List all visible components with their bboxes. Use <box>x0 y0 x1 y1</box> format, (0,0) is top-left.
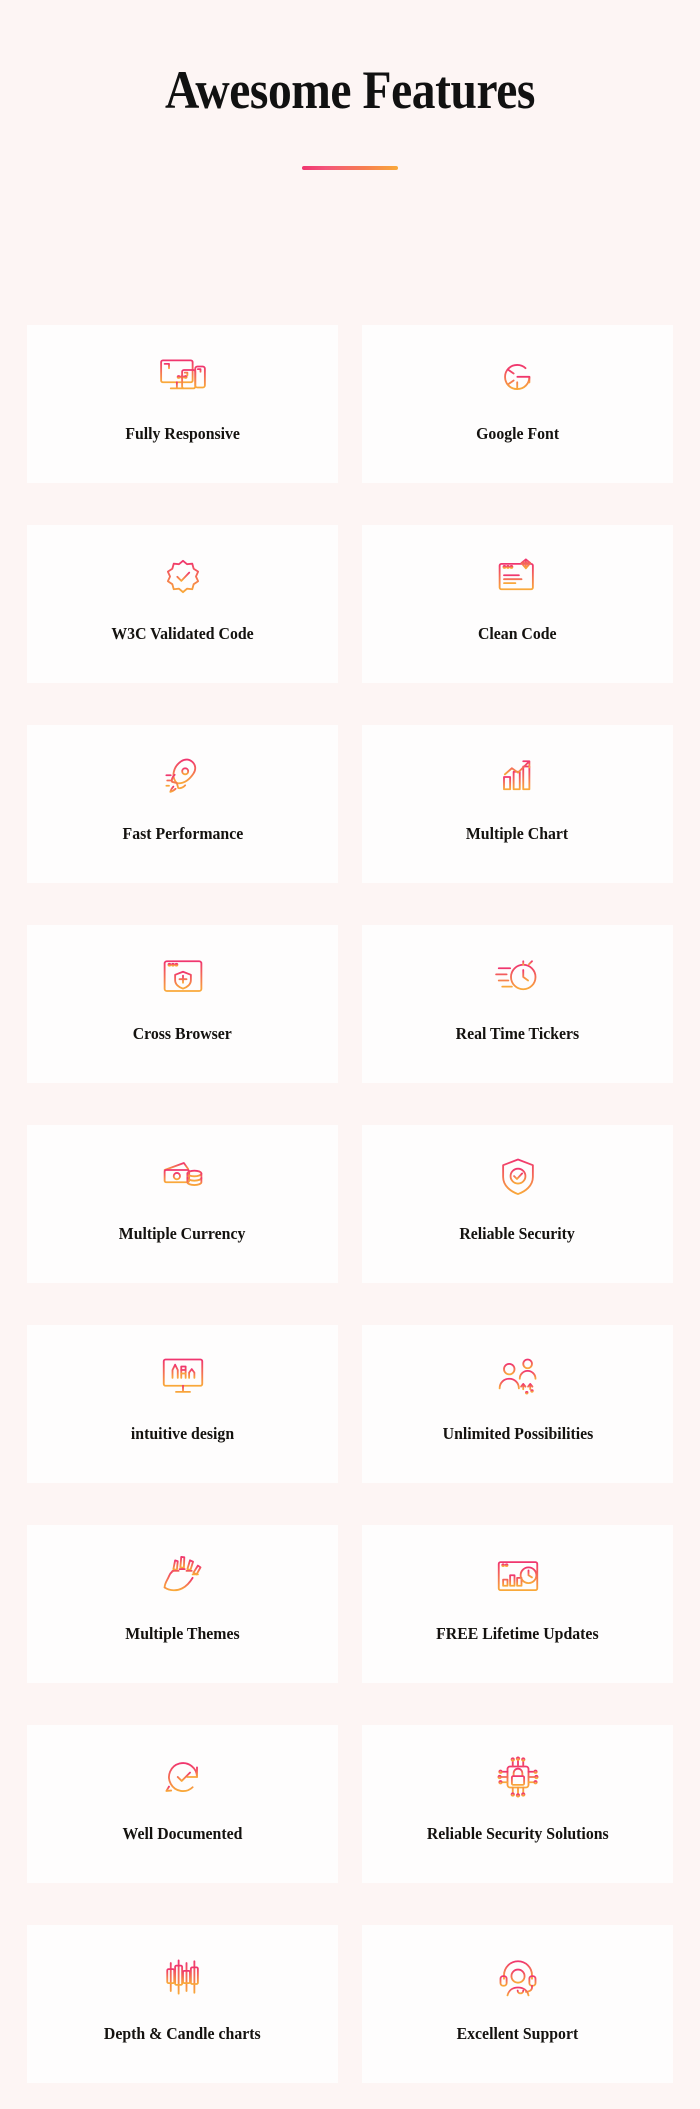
title-divider <box>302 165 398 170</box>
feature-card[interactable]: Multiple Themes <box>27 1525 338 1683</box>
feature-card[interactable]: Depth & Candle charts <box>27 1925 338 2083</box>
feature-card[interactable]: Well Documented <box>27 1725 338 1883</box>
page-header: Awesome Features <box>0 0 700 170</box>
feature-card[interactable]: Google Font <box>362 325 673 483</box>
feature-card[interactable]: Clean Code <box>362 525 673 683</box>
feature-label: W3C Validated Code <box>111 624 254 643</box>
feature-label: Multiple Currency <box>119 1224 246 1243</box>
money-coins-icon <box>155 1149 211 1205</box>
speed-clock-icon <box>490 949 546 1005</box>
feature-label: Clean Code <box>478 624 557 643</box>
feature-label: Reliable Security Solutions <box>426 1824 609 1843</box>
feature-card[interactable]: Reliable Security Solutions <box>362 1725 673 1883</box>
feature-label: Cross Browser <box>132 1024 233 1043</box>
feature-label: intuitive design <box>130 1424 235 1443</box>
features-page: Awesome Features Fully Responsive Google … <box>0 0 700 2109</box>
feature-card[interactable]: Multiple Chart <box>362 725 673 883</box>
feature-label: Multiple Themes <box>125 1624 240 1643</box>
feature-label: Reliable Security <box>459 1224 576 1243</box>
rocket-icon <box>155 749 211 805</box>
feature-label: Google Font <box>475 424 560 443</box>
bar-chart-arrow-icon <box>490 749 546 805</box>
feature-card[interactable]: intuitive design <box>27 1325 338 1483</box>
google-g-icon <box>490 349 546 405</box>
feature-label: Depth & Candle charts <box>104 2024 261 2043</box>
refresh-check-icon <box>155 1749 211 1805</box>
feature-card[interactable]: Real Time Tickers <box>362 925 673 1083</box>
people-ideas-icon <box>490 1349 546 1405</box>
feature-label: Multiple Chart <box>466 824 569 843</box>
feature-card[interactable]: W3C Validated Code <box>27 525 338 683</box>
candlestick-chart-icon <box>155 1949 211 2005</box>
browser-shield-icon <box>155 949 211 1005</box>
headset-agent-icon <box>490 1949 546 2005</box>
responsive-devices-icon <box>155 349 211 405</box>
page-title: Awesome Features <box>165 60 535 120</box>
shield-check-icon <box>490 1149 546 1205</box>
dashboard-clock-icon <box>490 1549 546 1605</box>
feature-card[interactable]: Multiple Currency <box>27 1125 338 1283</box>
feature-label: Fully Responsive <box>125 424 240 443</box>
feature-label: Unlimited Possibilities <box>442 1424 593 1443</box>
feature-label: Real Time Tickers <box>455 1024 580 1043</box>
design-monitor-icon <box>155 1349 211 1405</box>
badge-check-icon <box>155 549 211 605</box>
feature-card[interactable]: FREE Lifetime Updates <box>362 1525 673 1683</box>
features-grid: Fully Responsive Google Font W3C Validated… <box>27 325 673 2083</box>
feature-card[interactable]: Excellent Support <box>362 1925 673 2083</box>
feature-card[interactable]: Reliable Security <box>362 1125 673 1283</box>
chip-lock-icon <box>490 1749 546 1805</box>
feature-label: Excellent Support <box>456 2024 579 2043</box>
feature-label: Well Documented <box>122 1824 243 1843</box>
paint-brushes-icon <box>155 1549 211 1605</box>
feature-card[interactable]: Fully Responsive <box>27 325 338 483</box>
feature-label: FREE Lifetime Updates <box>436 1624 599 1643</box>
feature-card[interactable]: Cross Browser <box>27 925 338 1083</box>
code-window-diamond-icon <box>490 549 546 605</box>
feature-card[interactable]: Fast Performance <box>27 725 338 883</box>
feature-label: Fast Performance <box>122 824 243 843</box>
feature-card[interactable]: Unlimited Possibilities <box>362 1325 673 1483</box>
